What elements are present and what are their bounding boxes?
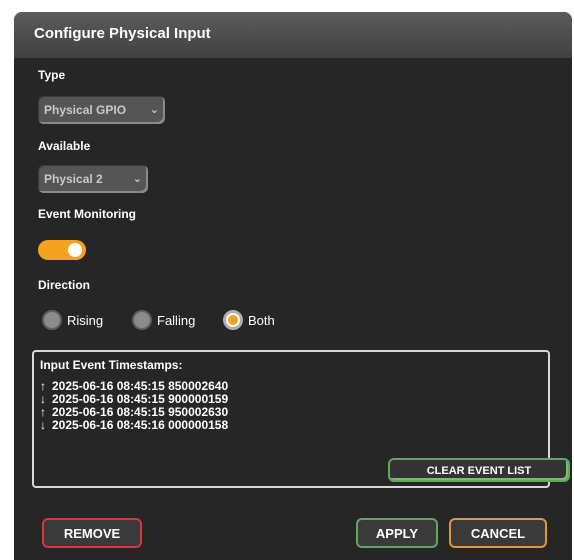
event-timestamp: 2025-06-16 08:45:16 000000158 bbox=[52, 418, 229, 432]
direction-label: Direction bbox=[38, 278, 91, 292]
radio-both[interactable]: Both bbox=[223, 309, 275, 331]
radio-circle-selected bbox=[223, 310, 243, 330]
remove-button[interactable]: REMOVE bbox=[42, 518, 142, 548]
event-monitoring-label: Event Monitoring bbox=[38, 207, 136, 221]
configure-physical-input-dialog: Configure Physical Input Type Physical G… bbox=[14, 12, 572, 560]
available-select[interactable]: Physical 2 ⌄ bbox=[38, 165, 148, 193]
event-timestamp: 2025-06-16 08:45:15 850002640 bbox=[52, 379, 229, 393]
type-select-value: Physical GPIO bbox=[44, 103, 127, 117]
radio-circle bbox=[132, 310, 152, 330]
event-list: ↑ 2025-06-16 08:45:15 850002640 ↓ 2025-06-… bbox=[40, 380, 228, 432]
dialog-title: Configure Physical Input bbox=[34, 25, 211, 42]
event-monitoring-toggle[interactable] bbox=[38, 240, 86, 260]
input-event-timestamps-panel: Input Event Timestamps: ↑ 2025-06-16 08:4… bbox=[32, 350, 570, 488]
radio-falling[interactable]: Falling bbox=[132, 309, 195, 331]
chevron-down-icon: ⌄ bbox=[132, 173, 142, 185]
events-title: Input Event Timestamps: bbox=[40, 358, 183, 372]
radio-circle bbox=[42, 310, 62, 330]
event-timestamp: 2025-06-16 08:45:15 950002630 bbox=[52, 405, 229, 419]
radio-rising[interactable]: Rising bbox=[42, 309, 103, 331]
cancel-button[interactable]: CANCEL bbox=[449, 518, 547, 548]
clear-event-list-button[interactable]: CLEAR EVENT LIST bbox=[388, 458, 570, 482]
type-select[interactable]: Physical GPIO ⌄ bbox=[38, 96, 165, 124]
chevron-down-icon: ⌄ bbox=[149, 104, 159, 116]
event-item: ↓ 2025-06-16 08:45:16 000000158 bbox=[40, 419, 228, 432]
radio-label-both: Both bbox=[248, 312, 275, 328]
dialog-title-bar: Configure Physical Input bbox=[14, 12, 572, 58]
arrow-down-icon: ↓ bbox=[40, 418, 46, 432]
apply-button[interactable]: APPLY bbox=[356, 518, 438, 548]
available-label: Available bbox=[38, 139, 91, 153]
toggle-knob bbox=[68, 243, 82, 257]
radio-label-falling: Falling bbox=[157, 312, 196, 328]
available-select-value: Physical 2 bbox=[44, 172, 103, 186]
type-label: Type bbox=[38, 68, 66, 82]
radio-label-rising: Rising bbox=[67, 312, 104, 328]
event-timestamp: 2025-06-16 08:45:15 900000159 bbox=[52, 392, 229, 406]
